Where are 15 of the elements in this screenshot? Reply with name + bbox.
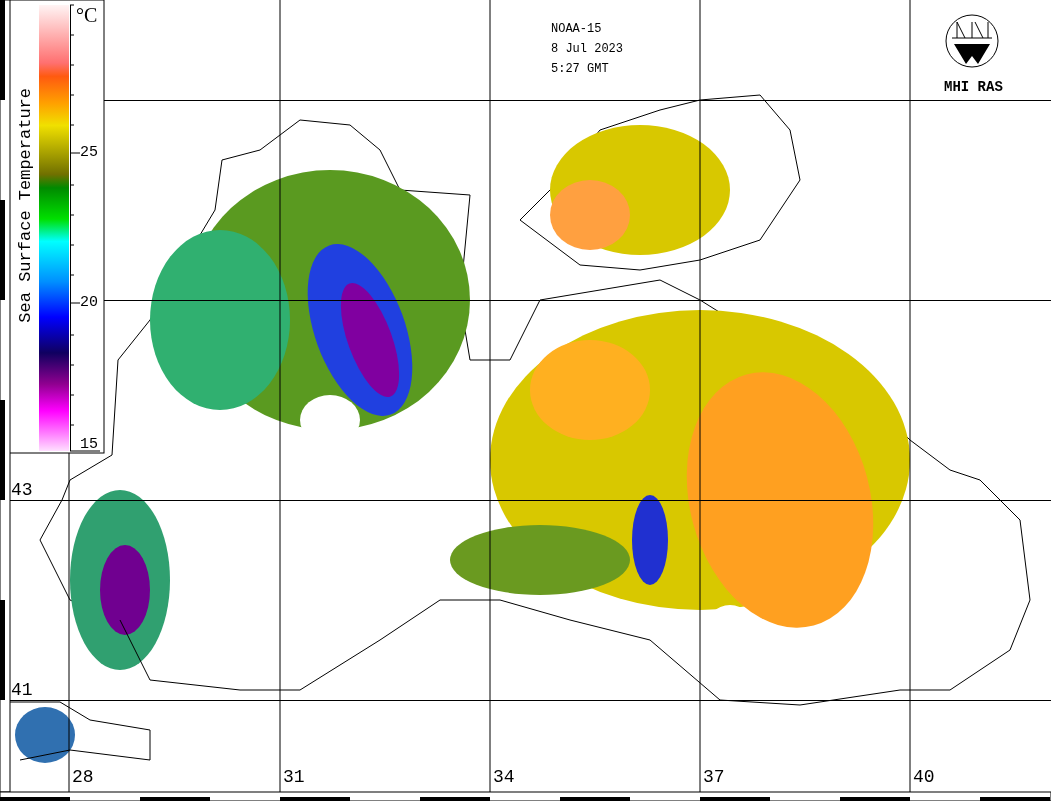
satellite-name: NOAA-15 — [551, 21, 602, 37]
longitude-label: 28 — [72, 767, 94, 787]
longitude-label: 40 — [913, 767, 935, 787]
image-time: 5:27 GMT — [551, 61, 609, 77]
colorbar-tick-label: 15 — [80, 437, 98, 453]
logo-label: MHI RAS — [944, 79, 1003, 95]
longitude-label: 34 — [493, 767, 515, 787]
colorbar-title: Sea Surface Temperature — [16, 88, 36, 323]
colorbar-tick-label: 25 — [80, 145, 98, 161]
longitude-label: 31 — [283, 767, 305, 787]
longitude-label: 37 — [703, 767, 725, 787]
unit-label: °C — [76, 4, 98, 26]
image-date: 8 Jul 2023 — [551, 41, 623, 57]
colorbar-tick-label: 20 — [80, 295, 98, 311]
logo-icon — [945, 14, 999, 68]
